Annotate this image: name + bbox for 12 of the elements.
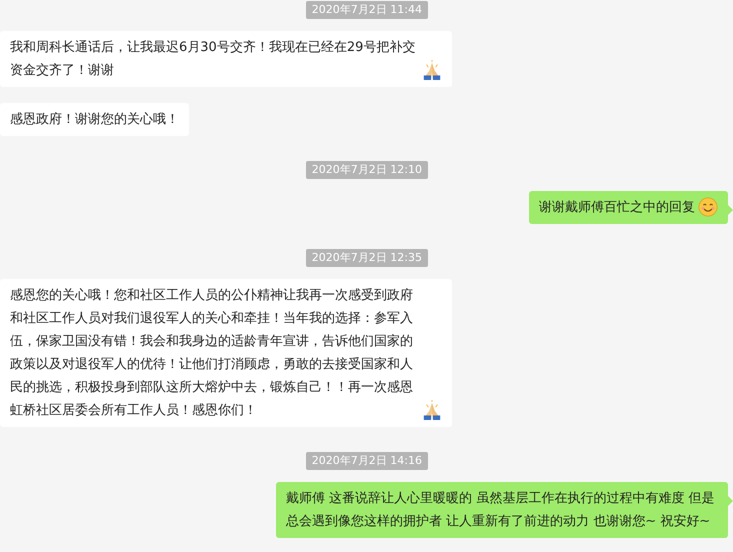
smiley-icon [698, 197, 718, 217]
message-text: 戴师傅 这番说辞让人心里暖暖的 虽然基层工作在执行的过程中有难度 但是总会遇到像您这样的拥护者 让人重新有了前进的动力 也谢谢您~ 祝安好~ [286, 490, 716, 531]
praying-hands-icon [422, 60, 442, 80]
timestamp: 2020年7月2日 11:44 [306, 1, 428, 19]
praying-hands-icon [422, 400, 442, 420]
message-text: 谢谢戴师傅百忙之中的回复 [539, 199, 695, 217]
timestamp: 2020年7月2日 12:35 [306, 249, 428, 267]
timestamp: 2020年7月2日 14:16 [306, 452, 428, 470]
message-text: 感恩您的关心哦！您和社区工作人员的公仆精神让我再一次感受到政府和社区工作人员对我们退役军人的关心和牵挂！当年我的选择：参军入伍，保家卫国没有错！我会和我身边的适龄青年宣讲，告诉他们国家的政策以及对退役军人的优待！让他们打消顾虑，勇敢的去接受国家和人民的挑选，积极投身到部队这所大熔炉中去，锻炼自己！！再一次感恩虹桥社区居委会所有工作人员！感恩你们！ [10, 287, 414, 420]
message-text: 感恩政府！谢谢您的关心哦！ [10, 111, 179, 129]
timestamp: 2020年7月2日 12:10 [306, 161, 428, 179]
message-text: 我和周科长通话后，让我最迟6月30号交齐！我现在已经在29号把补交资金交齐了！谢谢 [10, 39, 416, 80]
